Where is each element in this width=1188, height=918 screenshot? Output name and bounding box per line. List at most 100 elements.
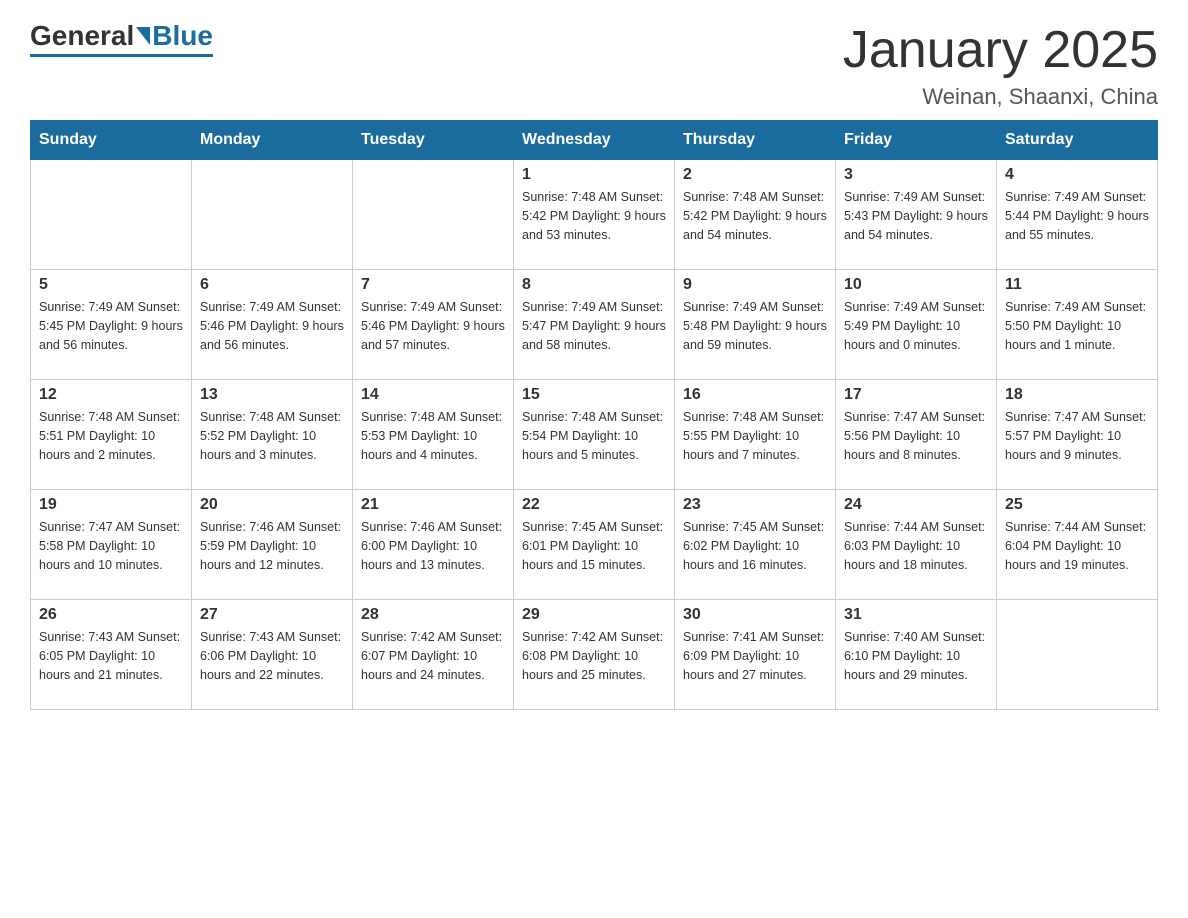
day-info: Sunrise: 7:46 AM Sunset: 5:59 PM Dayligh… [200,518,344,574]
day-info: Sunrise: 7:46 AM Sunset: 6:00 PM Dayligh… [361,518,505,574]
calendar-day-cell [353,160,514,270]
day-number: 29 [522,606,666,624]
day-info: Sunrise: 7:45 AM Sunset: 6:01 PM Dayligh… [522,518,666,574]
day-of-week-header: Wednesday [514,121,675,160]
calendar-day-cell: 8 Sunrise: 7:49 AM Sunset: 5:47 PM Daylig… [514,270,675,380]
calendar-day-cell: 21 Sunrise: 7:46 AM Sunset: 6:00 PM Dayli… [353,490,514,600]
calendar-day-cell [31,160,192,270]
calendar-day-cell: 18 Sunrise: 7:47 AM Sunset: 5:57 PM Dayli… [997,380,1158,490]
calendar-day-cell: 10 Sunrise: 7:49 AM Sunset: 5:49 PM Dayli… [836,270,997,380]
day-number: 15 [522,386,666,404]
day-info: Sunrise: 7:49 AM Sunset: 5:50 PM Dayligh… [1005,298,1149,354]
day-info: Sunrise: 7:42 AM Sunset: 6:07 PM Dayligh… [361,628,505,684]
page-header: General Blue January 2025 Weinan, Shaanx… [30,20,1158,110]
day-number: 22 [522,496,666,514]
calendar-day-cell: 31 Sunrise: 7:40 AM Sunset: 6:10 PM Dayli… [836,600,997,710]
day-number: 24 [844,496,988,514]
day-of-week-header: Sunday [31,121,192,160]
day-info: Sunrise: 7:47 AM Sunset: 5:58 PM Dayligh… [39,518,183,574]
day-info: Sunrise: 7:43 AM Sunset: 6:05 PM Dayligh… [39,628,183,684]
calendar-subtitle: Weinan, Shaanxi, China [843,84,1158,110]
day-info: Sunrise: 7:48 AM Sunset: 5:54 PM Dayligh… [522,408,666,464]
day-info: Sunrise: 7:44 AM Sunset: 6:04 PM Dayligh… [1005,518,1149,574]
day-of-week-header: Thursday [675,121,836,160]
day-number: 28 [361,606,505,624]
day-number: 8 [522,276,666,294]
day-info: Sunrise: 7:49 AM Sunset: 5:47 PM Dayligh… [522,298,666,354]
day-number: 31 [844,606,988,624]
day-info: Sunrise: 7:40 AM Sunset: 6:10 PM Dayligh… [844,628,988,684]
calendar-table: SundayMondayTuesdayWednesdayThursdayFrid… [30,120,1158,710]
day-of-week-header: Saturday [997,121,1158,160]
calendar-day-cell: 28 Sunrise: 7:42 AM Sunset: 6:07 PM Dayli… [353,600,514,710]
day-info: Sunrise: 7:45 AM Sunset: 6:02 PM Dayligh… [683,518,827,574]
calendar-day-cell: 1 Sunrise: 7:48 AM Sunset: 5:42 PM Daylig… [514,160,675,270]
calendar-week-row: 5 Sunrise: 7:49 AM Sunset: 5:45 PM Daylig… [31,270,1158,380]
day-info: Sunrise: 7:48 AM Sunset: 5:53 PM Dayligh… [361,408,505,464]
day-info: Sunrise: 7:47 AM Sunset: 5:56 PM Dayligh… [844,408,988,464]
calendar-day-cell: 24 Sunrise: 7:44 AM Sunset: 6:03 PM Dayli… [836,490,997,600]
logo-arrow-icon [136,27,150,45]
day-info: Sunrise: 7:49 AM Sunset: 5:48 PM Dayligh… [683,298,827,354]
day-info: Sunrise: 7:49 AM Sunset: 5:45 PM Dayligh… [39,298,183,354]
day-info: Sunrise: 7:48 AM Sunset: 5:42 PM Dayligh… [522,188,666,244]
day-number: 21 [361,496,505,514]
day-info: Sunrise: 7:43 AM Sunset: 6:06 PM Dayligh… [200,628,344,684]
calendar-week-row: 1 Sunrise: 7:48 AM Sunset: 5:42 PM Daylig… [31,160,1158,270]
calendar-day-cell: 27 Sunrise: 7:43 AM Sunset: 6:06 PM Dayli… [192,600,353,710]
day-number: 6 [200,276,344,294]
logo-underline [30,54,213,57]
day-info: Sunrise: 7:49 AM Sunset: 5:49 PM Dayligh… [844,298,988,354]
day-of-week-header: Monday [192,121,353,160]
calendar-day-cell: 4Sunrise: 7:49 AM Sunset: 5:44 PM Daylig… [997,160,1158,270]
day-number: 27 [200,606,344,624]
calendar-day-cell: 25 Sunrise: 7:44 AM Sunset: 6:04 PM Dayli… [997,490,1158,600]
day-number: 3 [844,166,988,184]
calendar-day-cell: 30Sunrise: 7:41 AM Sunset: 6:09 PM Dayli… [675,600,836,710]
day-number: 7 [361,276,505,294]
day-number: 14 [361,386,505,404]
day-info: Sunrise: 7:44 AM Sunset: 6:03 PM Dayligh… [844,518,988,574]
day-number: 2 [683,166,827,184]
calendar-day-cell: 12 Sunrise: 7:48 AM Sunset: 5:51 PM Dayli… [31,380,192,490]
calendar-day-cell: 15 Sunrise: 7:48 AM Sunset: 5:54 PM Dayli… [514,380,675,490]
day-number: 25 [1005,496,1149,514]
calendar-day-cell: 13Sunrise: 7:48 AM Sunset: 5:52 PM Dayli… [192,380,353,490]
day-of-week-header: Friday [836,121,997,160]
calendar-day-cell: 7Sunrise: 7:49 AM Sunset: 5:46 PM Daylig… [353,270,514,380]
day-number: 26 [39,606,183,624]
day-number: 4 [1005,166,1149,184]
day-number: 12 [39,386,183,404]
day-number: 5 [39,276,183,294]
calendar-day-cell: 5 Sunrise: 7:49 AM Sunset: 5:45 PM Daylig… [31,270,192,380]
day-number: 10 [844,276,988,294]
day-info: Sunrise: 7:48 AM Sunset: 5:51 PM Dayligh… [39,408,183,464]
calendar-week-row: 12 Sunrise: 7:48 AM Sunset: 5:51 PM Dayli… [31,380,1158,490]
calendar-day-cell: 22 Sunrise: 7:45 AM Sunset: 6:01 PM Dayli… [514,490,675,600]
day-number: 19 [39,496,183,514]
calendar-day-cell: 3 Sunrise: 7:49 AM Sunset: 5:43 PM Daylig… [836,160,997,270]
calendar-day-cell: 16Sunrise: 7:48 AM Sunset: 5:55 PM Dayli… [675,380,836,490]
calendar-week-row: 19 Sunrise: 7:47 AM Sunset: 5:58 PM Dayli… [31,490,1158,600]
day-info: Sunrise: 7:49 AM Sunset: 5:43 PM Dayligh… [844,188,988,244]
day-number: 17 [844,386,988,404]
calendar-day-cell: 29 Sunrise: 7:42 AM Sunset: 6:08 PM Dayli… [514,600,675,710]
day-info: Sunrise: 7:47 AM Sunset: 5:57 PM Dayligh… [1005,408,1149,464]
day-number: 30 [683,606,827,624]
calendar-day-cell: 20 Sunrise: 7:46 AM Sunset: 5:59 PM Dayli… [192,490,353,600]
day-number: 20 [200,496,344,514]
calendar-day-cell [997,600,1158,710]
day-info: Sunrise: 7:42 AM Sunset: 6:08 PM Dayligh… [522,628,666,684]
calendar-day-cell: 6Sunrise: 7:49 AM Sunset: 5:46 PM Daylig… [192,270,353,380]
calendar-day-cell: 11Sunrise: 7:49 AM Sunset: 5:50 PM Dayli… [997,270,1158,380]
day-number: 13 [200,386,344,404]
day-number: 23 [683,496,827,514]
day-info: Sunrise: 7:48 AM Sunset: 5:42 PM Dayligh… [683,188,827,244]
calendar-day-cell: 17 Sunrise: 7:47 AM Sunset: 5:56 PM Dayli… [836,380,997,490]
calendar-day-cell: 26 Sunrise: 7:43 AM Sunset: 6:05 PM Dayli… [31,600,192,710]
calendar-title: January 2025 [843,20,1158,80]
logo: General Blue [30,20,213,57]
day-number: 9 [683,276,827,294]
day-number: 18 [1005,386,1149,404]
day-number: 1 [522,166,666,184]
